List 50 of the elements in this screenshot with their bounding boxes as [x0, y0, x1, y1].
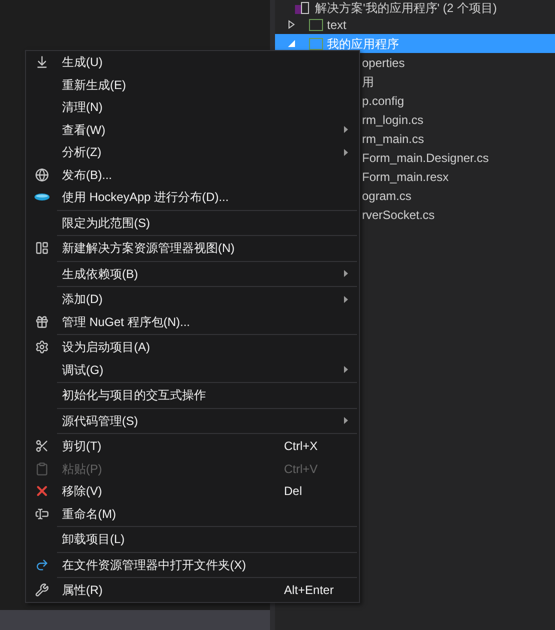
build-icon: [34, 55, 48, 70]
solution-icon: [295, 2, 309, 14]
shortcut-text: Alt+Enter: [284, 583, 334, 598]
menu-item[interactable]: 生成(U): [26, 51, 359, 74]
scissors-icon: [34, 439, 48, 454]
shortcut-text: Del: [284, 484, 302, 498]
menu-item[interactable]: 属性(R) Alt+Enter: [26, 579, 359, 602]
menu-item[interactable]: 发布(B)...: [26, 164, 359, 186]
menu-item[interactable]: 设为启动项目(A): [26, 336, 359, 358]
menu-item[interactable]: 添加(D): [26, 288, 359, 310]
menu-item[interactable]: 卸载项目(L): [26, 528, 359, 550]
rename-icon: [34, 506, 48, 521]
menu-item[interactable]: 使用 HockeyApp 进行分布(D)...: [26, 186, 359, 208]
shortcut-text: Ctrl+V: [284, 462, 318, 476]
submenu-arrow-icon: [344, 270, 348, 278]
window-icon: [34, 241, 48, 256]
shortcut-text: Ctrl+X: [284, 439, 318, 454]
globe-icon: [34, 168, 48, 182]
menu-item[interactable]: 生成依赖项(B): [26, 262, 359, 285]
menu-item[interactable]: 新建解决方案资源管理器视图(N): [26, 237, 359, 260]
tree-item[interactable]: 解决方案'我的应用程序' (2 个项目): [275, 0, 555, 15]
submenu-arrow-icon: [344, 417, 348, 424]
menu-item[interactable]: 查看(W): [26, 118, 359, 141]
tree-item[interactable]: text: [275, 15, 555, 34]
gift-icon: [34, 314, 48, 329]
menu-item[interactable]: 清理(N): [26, 96, 359, 118]
clipboard-icon: [34, 462, 48, 476]
menu-item[interactable]: 在文件资源管理器中打开文件夹(X): [26, 554, 359, 576]
menu-item[interactable]: 限定为此范围(S): [26, 212, 359, 234]
menu-item[interactable]: 管理 NuGet 程序包(N)...: [26, 310, 359, 333]
menu-item[interactable]: 初始化与项目的交互式操作: [26, 384, 359, 406]
submenu-arrow-icon: [344, 126, 348, 134]
collapse-arrow-icon[interactable]: [288, 40, 294, 47]
menu-item[interactable]: 调试(G): [26, 358, 359, 381]
curved-arrow-icon: [34, 558, 48, 572]
csharp-project-icon: [309, 18, 323, 30]
csharp-project-icon: [309, 38, 323, 50]
menu-item[interactable]: 重新生成(E): [26, 74, 359, 96]
menu-item[interactable]: 剪切(T) Ctrl+X: [26, 435, 359, 458]
menu-item[interactable]: 分析(Z): [26, 141, 359, 164]
expand-arrow-icon[interactable]: [288, 20, 294, 29]
submenu-arrow-icon: [344, 148, 348, 156]
wrench-icon: [34, 583, 48, 598]
submenu-arrow-icon: [344, 366, 348, 374]
oval-icon: [34, 193, 50, 202]
menu-item[interactable]: 重命名(M): [26, 502, 359, 525]
settings-icon: [34, 340, 48, 354]
submenu-arrow-icon: [344, 296, 348, 303]
menu-item[interactable]: 移除(V) Del: [26, 480, 359, 502]
menu-item[interactable]: 源代码管理(S): [26, 410, 359, 432]
